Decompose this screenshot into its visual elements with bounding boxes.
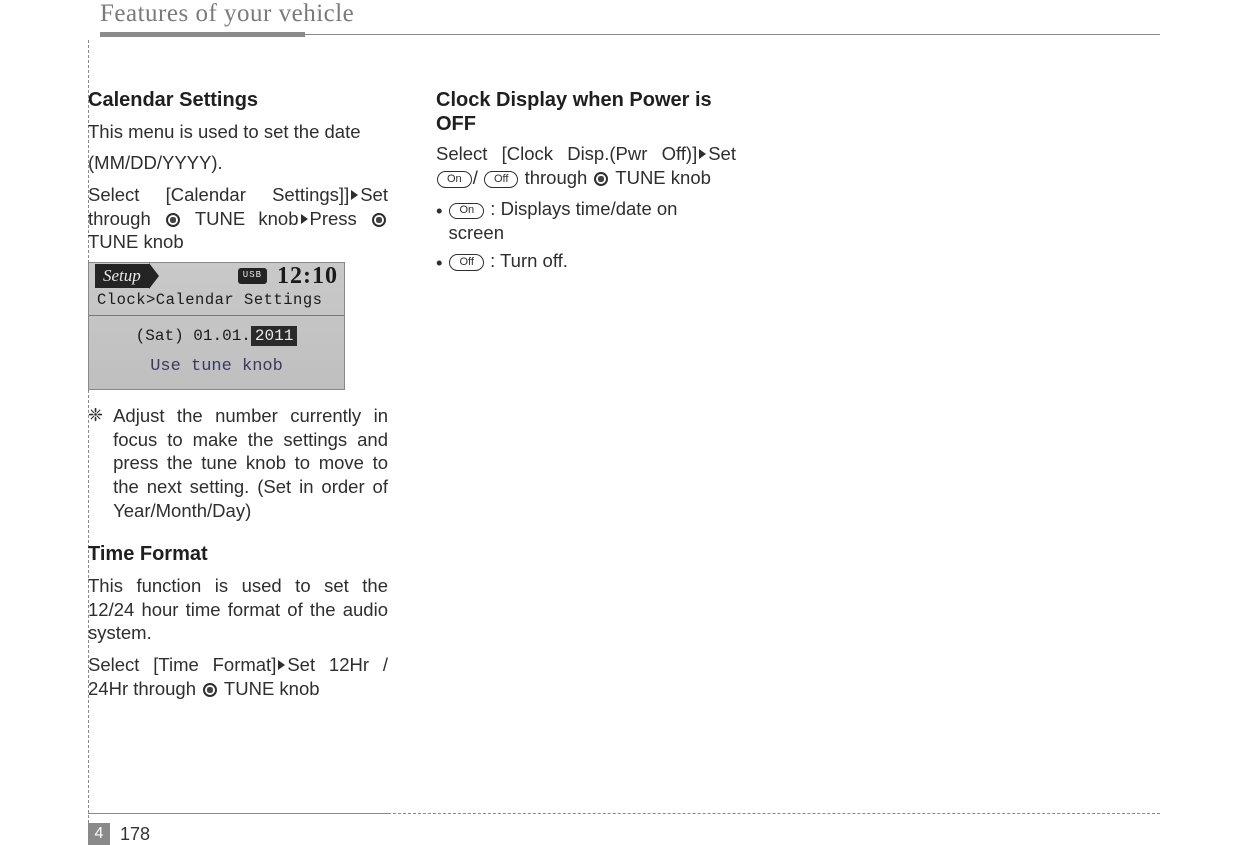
calendar-note: ❈ Adjust the number currently in focus t… [88,404,388,522]
bullet-on: • On : Displays time/date on screen [436,197,736,244]
triangle-icon [278,660,285,670]
tune-knob-icon [372,213,386,227]
page-number: 178 [120,824,150,845]
txt: Select [Calendar Settings]] [88,184,349,205]
calendar-intro-2: (MM/DD/YYYY). [88,151,388,175]
dev-tab-wedge-icon [149,263,159,289]
on-pill-icon: On [437,171,472,188]
heading-clock-display: Clock Display when Power is OFF [436,88,736,136]
page-footer: 4 178 [88,813,1160,814]
off-pill-icon: Off [449,254,483,271]
footer-rule-solid [88,813,388,814]
dev-day: (Sat) [136,327,184,345]
dev-year-focus: 2011 [251,326,297,346]
bullet-off-content: Off : Turn off. [448,249,567,273]
on-desc: : Displays time/date on screen [448,198,677,243]
calendar-intro-1: This menu is used to set the date [88,120,388,144]
heading-calendar-settings: Calendar Settings [88,88,388,114]
footer-rule-dashed [388,813,1160,814]
txt: TUNE knob [219,678,319,699]
tune-knob-icon [203,683,217,697]
note-symbol-icon: ❈ [88,404,103,522]
column-1: Calendar Settings This menu is used to s… [88,88,388,708]
running-head: Features of your vehicle [100,0,1160,28]
dev-hint: Use tune knob [89,352,344,378]
chapter-number-box: 4 [88,823,110,845]
head-rule-thick [100,32,305,37]
txt: TUNE knob [182,208,299,229]
on-pill-icon: On [449,203,484,220]
bullet-dot-icon: • [436,249,442,275]
note-text: Adjust the number currently in focus to … [113,404,388,522]
column-2: Clock Display when Power is OFF Select [… [436,88,736,708]
txt: TUNE knob [88,231,184,252]
txt: Press [310,208,371,229]
manual-page: Features of your vehicle Calendar Settin… [0,0,1240,838]
txt: TUNE knob [610,167,710,188]
dev-clock: 12:10 [277,261,338,292]
dev-top-bar: Setup USB 12:10 [89,263,344,289]
time-format-desc: This function is used to set the 12/24 h… [88,574,388,645]
off-desc: : Turn off. [485,250,568,271]
tune-knob-icon [594,172,608,186]
txt: through [519,167,592,188]
dev-usb-badge: USB [238,268,267,284]
bullet-off: • Off : Turn off. [436,249,736,275]
tune-knob-icon [166,213,180,227]
footer-page-number: 4 178 [88,823,150,845]
calendar-select-line: Select [Calendar Settings]]Set through T… [88,183,388,254]
dev-breadcrumb: Clock>Calendar Settings [89,289,344,316]
dev-date-row: (Sat) 01.01.2011 [89,316,344,352]
dev-setup-tab: Setup [95,264,149,289]
triangle-icon [301,214,308,224]
bullet-on-content: On : Displays time/date on screen [448,197,736,244]
triangle-icon [699,149,706,159]
dev-date: 01.01. [193,327,251,345]
running-head-title: Features of your vehicle [100,0,1160,28]
head-rule-thin [305,34,1160,35]
time-format-select-line: Select [Time Format]Set 12Hr / 24Hr thro… [88,653,388,700]
txt: Select [Time Format] [88,654,276,675]
txt: Set [708,143,736,164]
heading-time-format: Time Format [88,542,388,568]
clock-display-select-line: Select [Clock Disp.(Pwr Off)]Set On/ Off… [436,142,736,189]
off-pill-icon: Off [484,171,518,188]
triangle-icon [351,190,358,200]
content-columns: Calendar Settings This menu is used to s… [88,88,768,708]
bullet-dot-icon: • [436,197,442,223]
txt: Select [Clock Disp.(Pwr Off)] [436,143,697,164]
audio-screenshot: Setup USB 12:10 Clock>Calendar Settings … [88,262,345,390]
